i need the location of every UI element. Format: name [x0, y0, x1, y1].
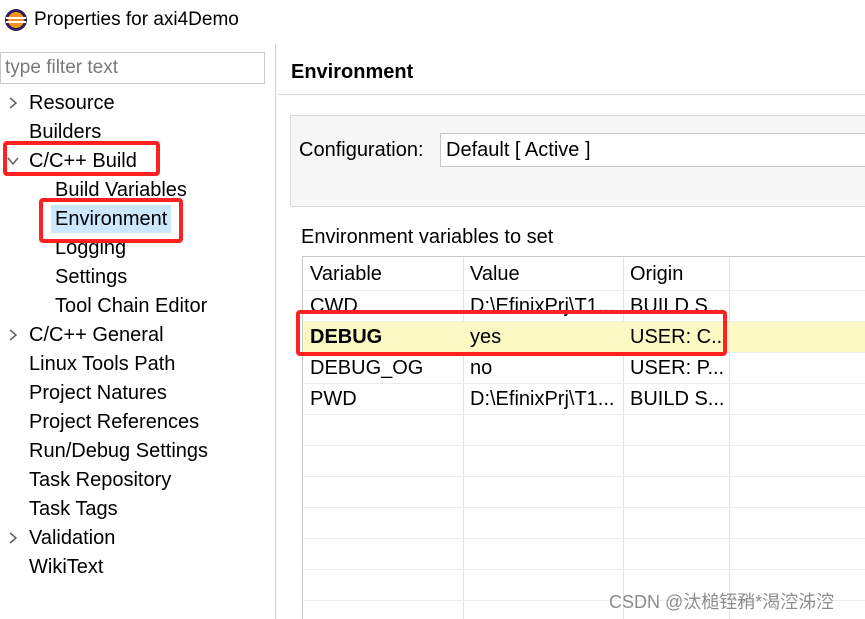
tree-item-label: Project Natures: [29, 382, 167, 404]
column-header-origin[interactable]: Origin: [630, 263, 683, 286]
annotation-box-cc-build: [3, 141, 160, 176]
tree-item-label: Project References: [29, 411, 200, 433]
tree-item-label: Task Tags: [29, 498, 118, 520]
title-bar: Properties for axi4Demo: [0, 0, 865, 42]
variables-label: Environment variables to set: [301, 226, 554, 248]
pane-divider[interactable]: [275, 44, 276, 619]
cell-value: no: [470, 357, 493, 379]
row-divider: [303, 445, 865, 446]
tree-item-label: Linux Tools Path: [29, 353, 176, 375]
column-header-value[interactable]: Value: [470, 263, 520, 286]
table-row[interactable]: DEBUG_OG no USER: P...: [303, 353, 865, 383]
cell-origin: BUILD S...: [630, 388, 725, 410]
window-title: Properties for axi4Demo: [34, 9, 239, 30]
row-divider: [303, 414, 865, 415]
cell-variable: DEBUG_OG: [310, 357, 424, 379]
table-row[interactable]: PWD D:\EfinixPrj\T1... BUILD S...: [303, 384, 865, 414]
configuration-select[interactable]: Default [ Active ]: [440, 133, 865, 167]
chevron-right-icon[interactable]: [6, 321, 20, 349]
filter-input[interactable]: [0, 52, 265, 84]
tree-item-label: Validation: [29, 527, 116, 549]
title-divider: [278, 94, 865, 95]
column-header-variable[interactable]: Variable: [310, 263, 382, 286]
chevron-right-icon[interactable]: [6, 524, 20, 552]
row-divider: [303, 569, 865, 570]
tree-item-label: Task Repository: [29, 469, 172, 491]
annotation-box-environment: [39, 198, 183, 243]
chevron-right-icon[interactable]: [6, 89, 20, 117]
configuration-label: Configuration:: [299, 139, 424, 161]
tree-item-label: Resource: [29, 92, 115, 114]
cell-origin: USER: P...: [630, 357, 725, 379]
tree-item-label: WikiText: [29, 556, 104, 578]
cell-variable: PWD: [310, 388, 357, 410]
row-divider: [303, 476, 865, 477]
tree-item-label: C/C++ General: [29, 324, 164, 346]
tree-item-label: Settings: [55, 266, 128, 288]
row-divider: [303, 507, 865, 508]
tree-item-label: Tool Chain Editor: [55, 295, 208, 317]
watermark: CSDN @汰槌铚矟*渴涳泲涳: [609, 592, 835, 612]
eclipse-icon: [5, 9, 27, 31]
annotation-box-debug-row: [296, 310, 727, 356]
page-title: Environment: [291, 61, 414, 83]
tree-item-label: Run/Debug Settings: [29, 440, 209, 462]
row-divider: [303, 538, 865, 539]
cell-value: D:\EfinixPrj\T1...: [470, 388, 615, 410]
